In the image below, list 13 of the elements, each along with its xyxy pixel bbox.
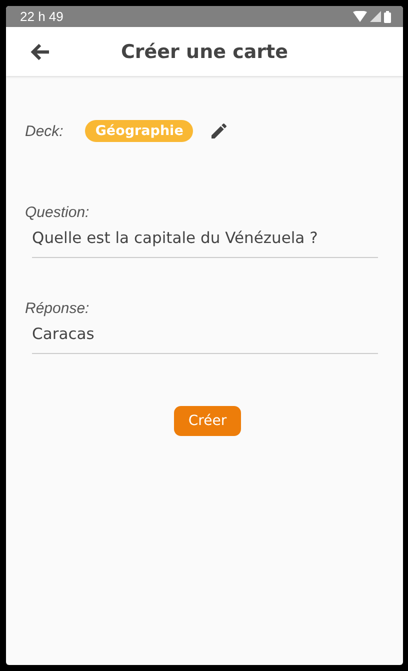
- status-time: 22 h 49: [20, 9, 64, 24]
- battery-icon: [384, 10, 391, 22]
- deck-label: Deck:: [25, 122, 64, 140]
- text-field[interactable]: Quelle est la capitale du Vénézuela ?: [32, 225, 378, 258]
- screen-title: Créer une carte: [120, 40, 290, 62]
- edit-deck-button[interactable]: [209, 121, 230, 141]
- text-field[interactable]: Caracas: [32, 321, 378, 354]
- signal-icon: [370, 11, 381, 22]
- field-label: Question:: [25, 204, 90, 221]
- field-label: Réponse:: [25, 300, 90, 317]
- back-arrow-icon: [30, 42, 50, 60]
- pencil-icon: [209, 121, 230, 141]
- wifi-icon: [353, 11, 367, 22]
